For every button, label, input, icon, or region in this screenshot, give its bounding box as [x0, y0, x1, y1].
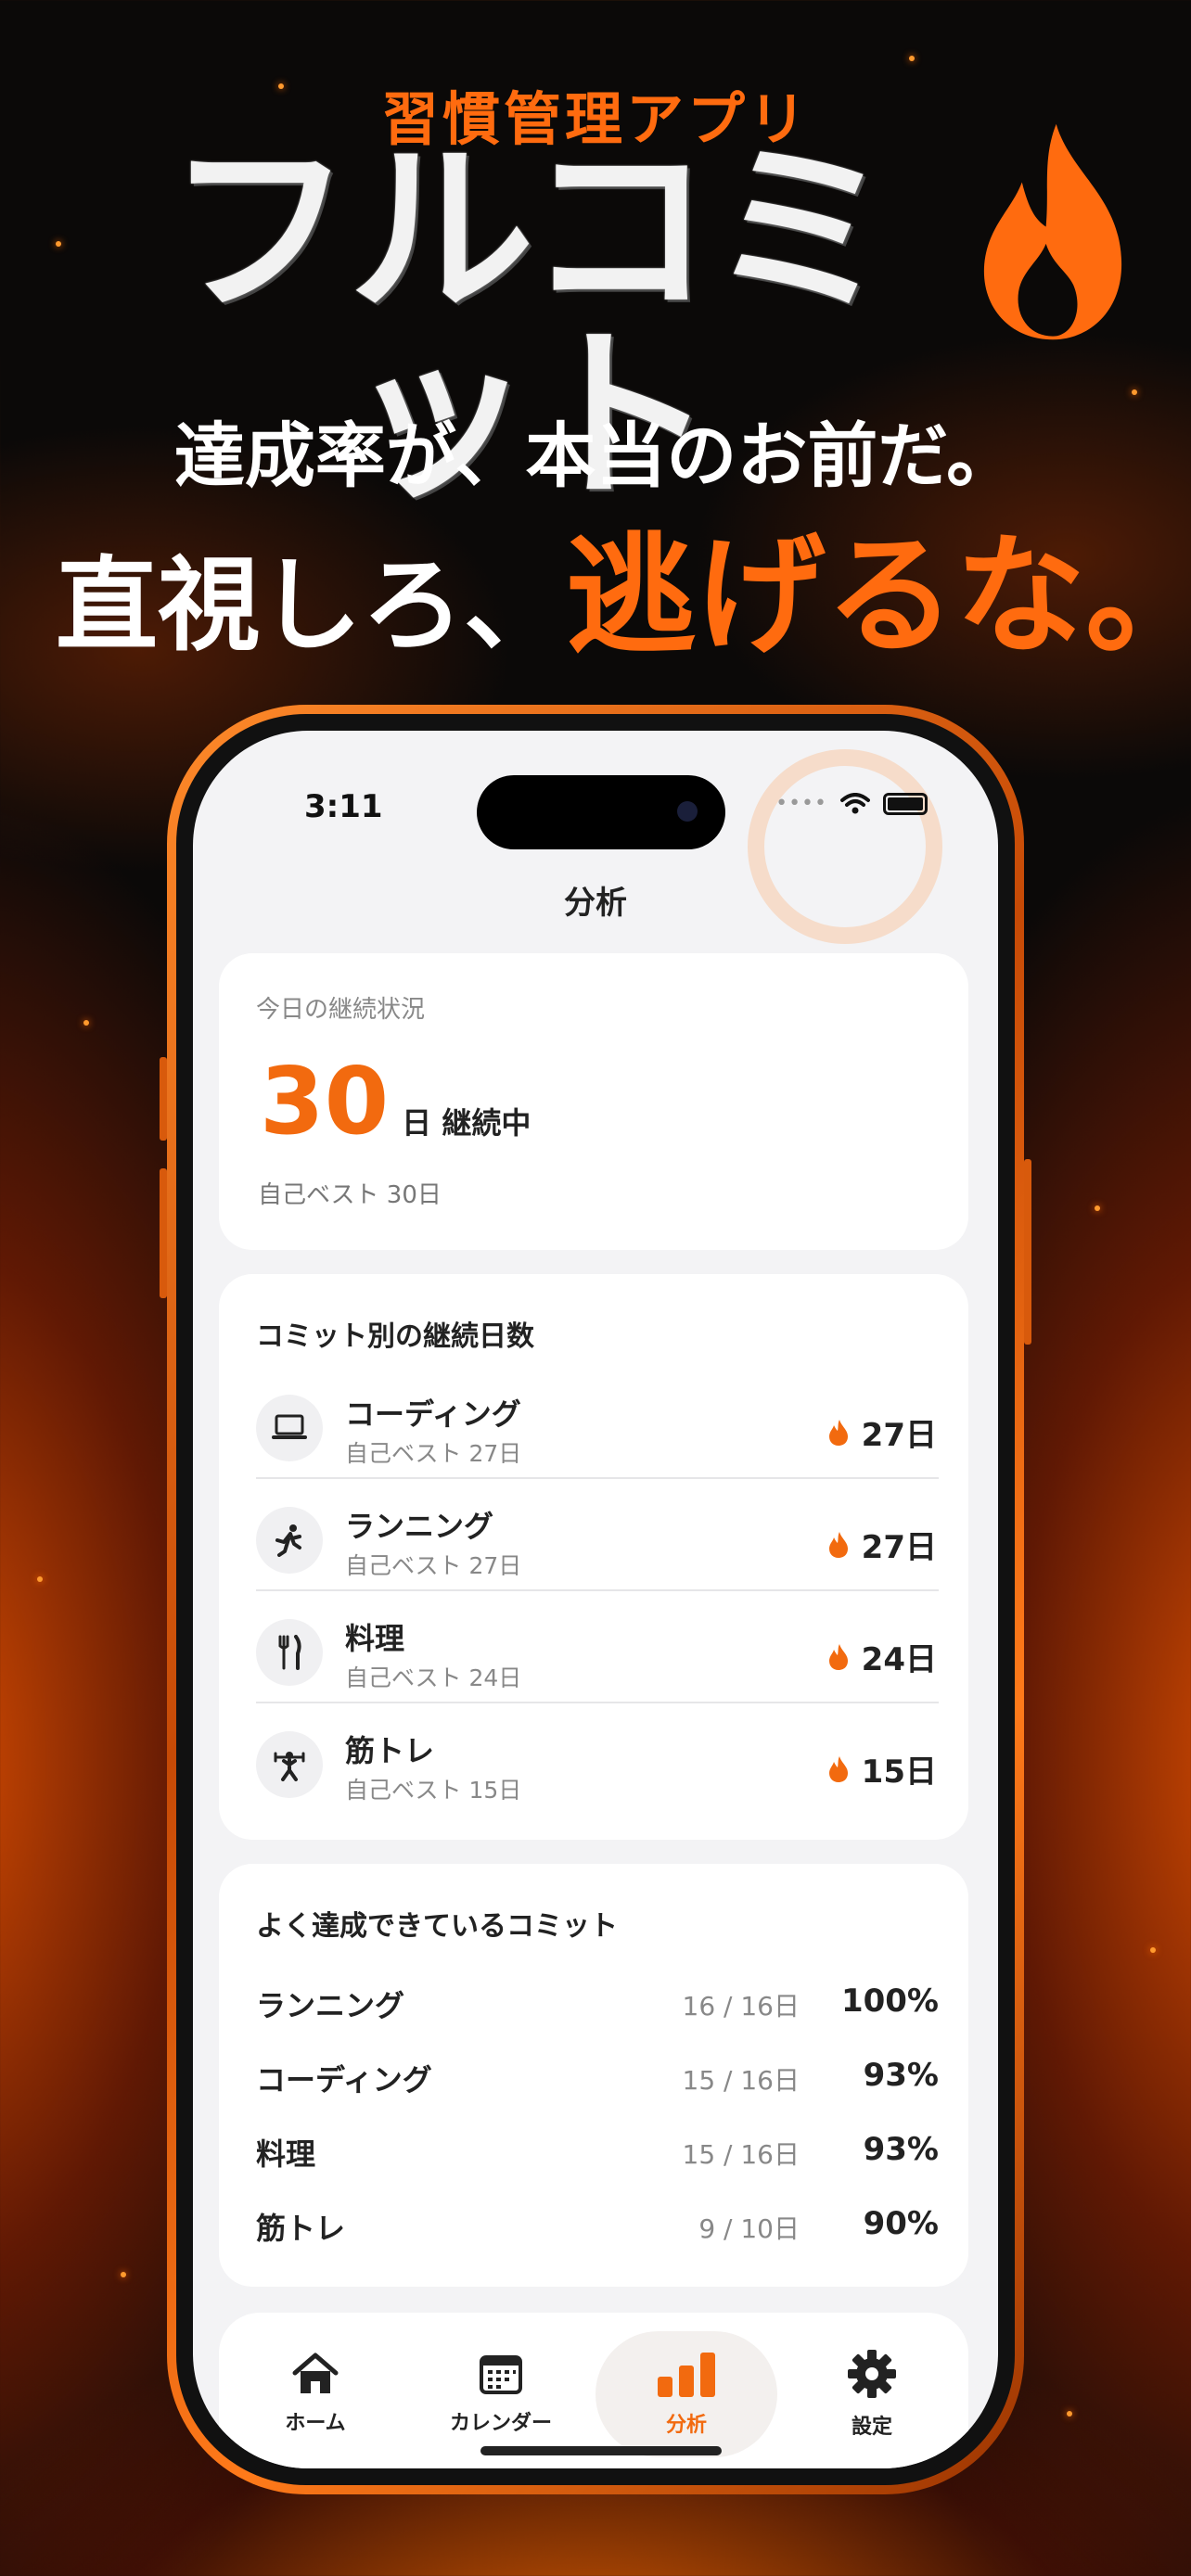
cellular-signal-icon: •••• [775, 792, 827, 815]
home-icon [292, 2353, 339, 2393]
tab-label: カレンダー [449, 2412, 552, 2435]
achievement-name: 筋トレ [256, 2211, 346, 2246]
battery-icon [883, 792, 928, 815]
achievement-list: ランニング 16 / 16日 100% コーディング 15 / 16日 93% … [256, 1966, 939, 2263]
tab-home[interactable]: ホーム [224, 2331, 406, 2457]
commit-row-cooking[interactable]: 料理 自己ベスト 24日 24日 [256, 1591, 939, 1703]
commit-days: 15日 [828, 1746, 937, 1792]
promo-copy-line2: 直視しろ、逃げるな。 [56, 491, 1191, 679]
ember-decoration [909, 56, 915, 61]
commit-streak-list: コーディング 自己ベスト 27日 27日 ランニング 自己ベスト 27日 27日… [256, 1367, 939, 1816]
bar-chart-icon [658, 2353, 715, 2397]
commit-days: 27日 [828, 1409, 937, 1455]
commit-best: 自己ベスト 15日 [345, 1777, 522, 1804]
phone-bezel: 3:11 •••• 分析 今日の継続状況 30 日 継続中 自己ベスト 30日 … [176, 714, 1015, 2485]
tab-label: 分析 [665, 2414, 707, 2437]
achievement-name: 料理 [256, 2136, 316, 2172]
achievement-row[interactable]: 料理 15 / 16日 93% [256, 2114, 939, 2188]
flame-icon [828, 1755, 848, 1782]
commit-days-value: 15日 [861, 1753, 937, 1791]
commit-best: 自己ベスト 24日 [345, 1664, 522, 1691]
status-bar: 3:11 •••• [193, 731, 998, 944]
tab-settings[interactable]: 設定 [781, 2331, 963, 2457]
top-achievement-title: よく達成できているコミット [256, 1910, 618, 1943]
promo-copy-line2-highlight: 逃げるな。 [566, 521, 1191, 672]
fork-knife-icon [256, 1619, 323, 1686]
ember-decoration [1132, 389, 1137, 395]
wifi-icon [840, 792, 870, 813]
achievement-percent: 93% [863, 2057, 939, 2094]
achievement-fraction: 16 / 16日 [682, 1991, 800, 2021]
commit-name: 筋トレ [345, 1733, 435, 1768]
status-icons: •••• [775, 792, 928, 815]
phone-side-button [160, 1057, 167, 1141]
commit-row-running[interactable]: ランニング 自己ベスト 27日 27日 [256, 1479, 939, 1591]
achievement-row[interactable]: コーディング 15 / 16日 93% [256, 2040, 939, 2114]
ember-decoration [83, 1020, 89, 1026]
ember-decoration [121, 2272, 126, 2277]
achievement-fraction: 15 / 16日 [682, 2139, 800, 2170]
achievement-fraction: 15 / 16日 [682, 2065, 800, 2096]
commit-name: 料理 [345, 1621, 405, 1656]
calendar-icon [480, 2355, 522, 2394]
ember-decoration [37, 1576, 43, 1582]
gear-icon [848, 2350, 896, 2398]
flame-icon [828, 1643, 848, 1670]
camera-icon [677, 801, 698, 822]
ember-decoration [1150, 1947, 1156, 1953]
commit-best: 自己ベスト 27日 [345, 1552, 522, 1579]
tab-bar: ホーム カレンダー 分析 設定 [219, 2313, 968, 2468]
commit-name: コーディング [345, 1396, 521, 1432]
personal-best: 自己ベスト 30日 [258, 1181, 442, 1209]
flame-icon [828, 1531, 848, 1558]
weightlifting-icon [256, 1731, 323, 1798]
commit-days-value: 24日 [861, 1641, 937, 1678]
dynamic-island [477, 775, 725, 849]
running-icon [256, 1507, 323, 1574]
achievement-percent: 90% [863, 2205, 939, 2242]
achievement-name: ランニング [256, 1988, 405, 2023]
phone-frame: 3:11 •••• 分析 今日の継続状況 30 日 継続中 自己ベスト 30日 … [167, 705, 1024, 2494]
status-time: 3:11 [304, 788, 383, 825]
ember-decoration [1095, 1205, 1100, 1211]
tab-label: ホーム [285, 2412, 346, 2435]
promo-copy-line1: 達成率が、本当のお前だ。 [173, 414, 1018, 497]
top-achievement-card: よく達成できているコミット ランニング 16 / 16日 100% コーディング… [219, 1864, 968, 2287]
tab-calendar[interactable]: カレンダー [410, 2331, 592, 2457]
tab-label: 設定 [851, 2416, 892, 2439]
achievement-percent: 93% [863, 2131, 939, 2168]
today-status-card: 今日の継続状況 30 日 継続中 自己ベスト 30日 [219, 953, 968, 1250]
tab-analysis[interactable]: 分析 [596, 2331, 777, 2457]
phone-side-button [1024, 1159, 1031, 1345]
commit-days: 24日 [828, 1634, 937, 1679]
phone-side-button [160, 1168, 167, 1298]
achievement-name: コーディング [256, 2062, 432, 2098]
app-screen: 3:11 •••• 分析 今日の継続状況 30 日 継続中 自己ベスト 30日 … [193, 731, 998, 2468]
commit-days: 27日 [828, 1522, 937, 1567]
commit-row-coding[interactable]: コーディング 自己ベスト 27日 27日 [256, 1367, 939, 1479]
streak-unit: 日 継続中 [402, 1105, 531, 1141]
achievement-percent: 100% [840, 1983, 939, 2020]
flame-icon [828, 1419, 848, 1446]
commit-name: ランニング [345, 1509, 494, 1544]
page-title: 分析 [564, 885, 627, 922]
achievement-row[interactable]: 筋トレ 9 / 10日 90% [256, 2188, 939, 2263]
streak-number: 30 [260, 1047, 390, 1155]
achievement-row[interactable]: ランニング 16 / 16日 100% [256, 1966, 939, 2040]
commit-days-value: 27日 [861, 1417, 937, 1454]
laptop-icon [256, 1395, 323, 1461]
achievement-fraction: 9 / 10日 [698, 2213, 800, 2244]
ember-decoration [1067, 2411, 1072, 2417]
commit-best: 自己ベスト 27日 [345, 1440, 522, 1467]
home-indicator [480, 2446, 722, 2455]
flame-icon [983, 123, 1122, 340]
commit-days-value: 27日 [861, 1529, 937, 1566]
ember-decoration [56, 241, 61, 247]
current-streak: 30 日 継続中 [260, 1055, 531, 1148]
commit-streaks-card: コミット別の継続日数 コーディング 自己ベスト 27日 27日 ランニング 自己… [219, 1274, 968, 1840]
promo-copy-line2-prefix: 直視しろ、 [56, 546, 566, 665]
commit-row-training[interactable]: 筋トレ 自己ベスト 15日 15日 [256, 1703, 939, 1816]
commit-streaks-title: コミット別の継続日数 [256, 1320, 534, 1353]
today-status-label: 今日の継続状況 [256, 996, 426, 1024]
